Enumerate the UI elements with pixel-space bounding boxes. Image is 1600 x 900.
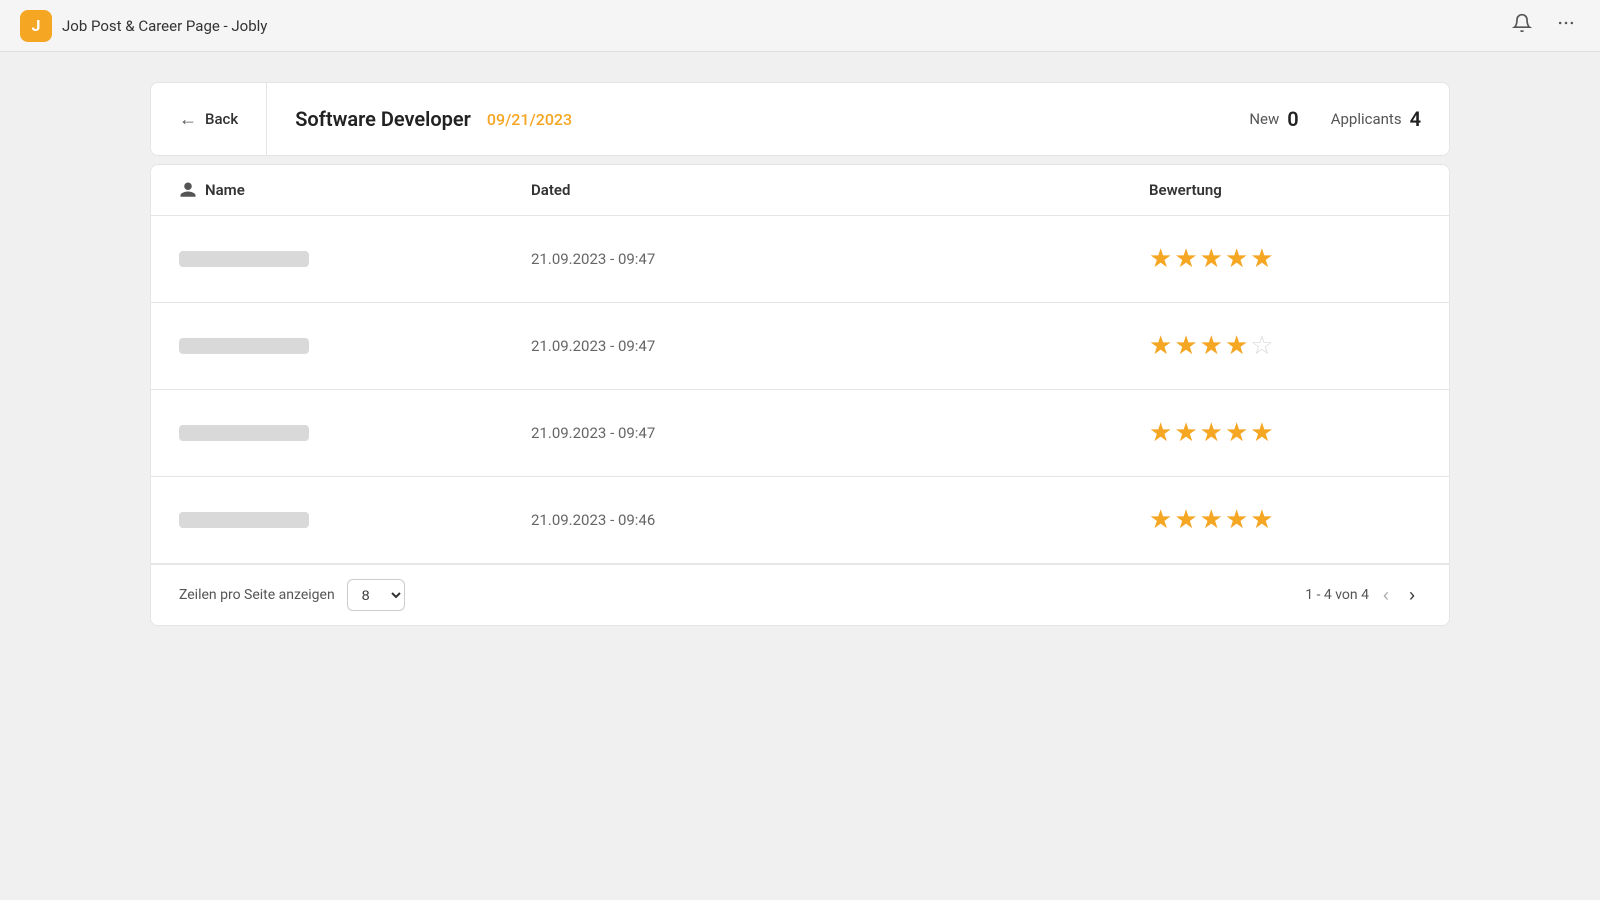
back-arrow-icon: ← (179, 109, 197, 130)
rows-per-page-section: Zeilen pro Seite anzeigen 8 16 32 (179, 579, 405, 611)
name-placeholder (179, 425, 309, 441)
job-title: Software Developer (295, 107, 471, 131)
star-3: ★ (1200, 418, 1223, 448)
star-3: ★ (1200, 505, 1223, 535)
star-1: ★ (1149, 418, 1172, 448)
job-info: Software Developer 09/21/2023 (267, 107, 1221, 131)
main-content: ← Back Software Developer 09/21/2023 New… (0, 52, 1600, 656)
row-date-cell-1: 21.09.2023 - 09:47 (531, 250, 1149, 268)
new-stat: New 0 (1249, 107, 1298, 131)
star-2: ★ (1174, 418, 1197, 448)
star-5: ★ (1250, 244, 1273, 274)
back-button[interactable]: ← Back (151, 83, 267, 155)
star-4: ★ (1225, 331, 1248, 361)
star-2: ★ (1174, 505, 1197, 535)
row-date-cell-3: 21.09.2023 - 09:47 (531, 424, 1149, 442)
new-label: New (1249, 110, 1279, 128)
star-3: ★ (1200, 331, 1223, 361)
more-options-button[interactable] (1552, 9, 1580, 42)
pagination: 1 - 4 von 4 ‹ › (1305, 583, 1421, 608)
app-icon: J (20, 10, 52, 42)
rows-per-page-label: Zeilen pro Seite anzeigen (179, 587, 335, 603)
row-rating-cell-1: ★ ★ ★ ★ ★ (1149, 244, 1449, 274)
row-name-cell (151, 338, 531, 354)
col-header-name: Name (151, 181, 531, 199)
star-2: ★ (1174, 331, 1197, 361)
col-header-dated: Dated (531, 181, 1149, 199)
table-footer: Zeilen pro Seite anzeigen 8 16 32 1 - 4 … (151, 564, 1449, 625)
rows-per-page-select[interactable]: 8 16 32 (347, 579, 405, 611)
star-1: ★ (1149, 331, 1172, 361)
applicants-table: Name Dated Bewertung 21.09.2023 - 09:47 … (150, 164, 1450, 626)
row-date-cell-4: 21.09.2023 - 09:46 (531, 511, 1149, 529)
table-row[interactable]: 21.09.2023 - 09:46 ★ ★ ★ ★ ★ (151, 477, 1449, 564)
pagination-prev-button[interactable]: ‹ (1377, 583, 1395, 608)
applicants-count: 4 (1410, 107, 1421, 131)
name-placeholder (179, 338, 309, 354)
row-date-cell-2: 21.09.2023 - 09:47 (531, 337, 1149, 355)
row-name-cell (151, 425, 531, 441)
header-card: ← Back Software Developer 09/21/2023 New… (150, 82, 1450, 156)
row-rating-cell-3: ★ ★ ★ ★ ★ (1149, 418, 1449, 448)
pagination-next-button[interactable]: › (1403, 583, 1421, 608)
star-4: ★ (1225, 505, 1248, 535)
star-4: ★ (1225, 244, 1248, 274)
col-header-bewertung: Bewertung (1149, 181, 1449, 199)
name-placeholder (179, 251, 309, 267)
star-5: ★ (1250, 505, 1273, 535)
star-1: ★ (1149, 505, 1172, 535)
table-row[interactable]: 21.09.2023 - 09:47 ★ ★ ★ ★ ☆ (151, 303, 1449, 390)
star-4: ★ (1225, 418, 1248, 448)
name-placeholder (179, 512, 309, 528)
row-name-cell (151, 251, 531, 267)
star-2: ★ (1174, 244, 1197, 274)
topbar: J Job Post & Career Page - Jobly (0, 0, 1600, 52)
star-3: ★ (1200, 244, 1223, 274)
table-header: Name Dated Bewertung (151, 165, 1449, 216)
star-5-empty: ☆ (1250, 331, 1273, 361)
pagination-text: 1 - 4 von 4 (1305, 587, 1369, 603)
topbar-left: J Job Post & Career Page - Jobly (20, 10, 267, 42)
new-count: 0 (1287, 107, 1298, 131)
row-rating-cell-2: ★ ★ ★ ★ ☆ (1149, 331, 1449, 361)
topbar-actions (1508, 9, 1580, 42)
job-date: 09/21/2023 (487, 110, 572, 129)
table-row[interactable]: 21.09.2023 - 09:47 ★ ★ ★ ★ ★ (151, 216, 1449, 303)
row-name-cell (151, 512, 531, 528)
row-rating-cell-4: ★ ★ ★ ★ ★ (1149, 505, 1449, 535)
star-5: ★ (1250, 418, 1273, 448)
applicants-stat: Applicants 4 (1331, 107, 1421, 131)
star-1: ★ (1149, 244, 1172, 274)
table-row[interactable]: 21.09.2023 - 09:47 ★ ★ ★ ★ ★ (151, 390, 1449, 477)
person-icon (179, 181, 197, 199)
notification-icon-button[interactable] (1508, 9, 1536, 42)
topbar-title: Job Post & Career Page - Jobly (62, 17, 267, 35)
applicants-label: Applicants (1331, 110, 1402, 128)
job-stats: New 0 Applicants 4 (1221, 107, 1449, 131)
back-label: Back (205, 110, 238, 128)
